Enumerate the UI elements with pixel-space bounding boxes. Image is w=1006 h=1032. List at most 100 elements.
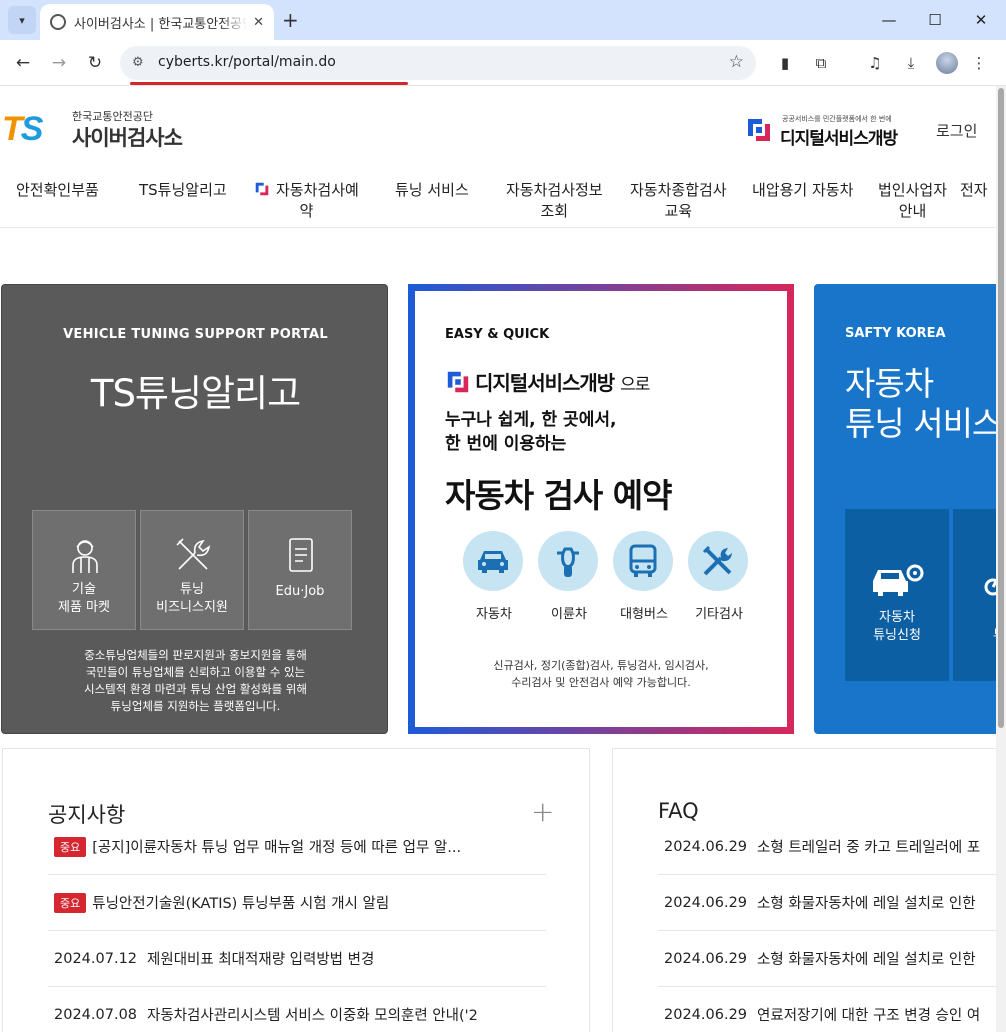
service-bus[interactable]: 대형버스: [613, 531, 675, 622]
car-icon: [478, 551, 508, 573]
nav-label: 자동차종합검사: [630, 181, 727, 199]
faq-row[interactable]: 2024.06.29 연료저장기에 대한 구조 변경 승인 여: [658, 987, 996, 1032]
back-button[interactable]: ←: [10, 50, 36, 76]
safety-korea-card[interactable]: SAFTY KOREA 자동차튜닝 서비스 자동차튜닝신청 이튜닝: [814, 284, 996, 734]
new-tab-button[interactable]: +: [282, 8, 299, 32]
tab-search-button[interactable]: ▾: [8, 6, 36, 34]
card-title: 자동차 검사 예약: [445, 476, 672, 515]
nav-label: 법인사업자: [878, 181, 948, 199]
desc-line: 튜닝업체를 지원하는 플랫폼입니다.: [110, 699, 281, 713]
bookmark-star-icon[interactable]: ☆: [729, 52, 744, 72]
nav-inspection-education[interactable]: 자동차종합검사교육: [630, 180, 727, 222]
digital-service-name[interactable]: 디지털서비스개방: [780, 124, 898, 149]
notice-text: 제원대비표 최대적재량 입력방법 변경: [147, 952, 375, 968]
media-icon[interactable]: ♫: [864, 52, 886, 74]
title-line1: 자동차: [845, 364, 934, 403]
digital-service-heading: 디지털서비스개방 으로: [445, 367, 650, 396]
faq-date: 2024.06.29: [664, 838, 748, 855]
edu-job-tile[interactable]: Edu·Job: [248, 510, 352, 630]
tech-product-market-tile[interactable]: 기술 제품 마켓: [32, 510, 136, 630]
notice-row[interactable]: 중요 [공지]이륜자동차 튜닝 업무 매뉴얼 개정 등에 따른 업무 알...: [48, 819, 546, 875]
important-badge: 중요: [54, 836, 87, 857]
card-description: 중소튜닝업체들의 판로지원과 홍보지원을 통해 국민들이 튜닝업체를 신뢰하고 …: [2, 647, 389, 715]
notice-text: 튜닝안전기술원(KATIS) 튜닝부품 시험 개시 알림: [92, 896, 390, 912]
faq-date: 2024.06.29: [664, 894, 748, 911]
service-label: 기타검사: [695, 607, 743, 622]
login-link[interactable]: 로그인: [936, 120, 977, 141]
nav-label-line2: 안내: [898, 202, 927, 220]
scrollbar-thumb[interactable]: [998, 88, 1004, 728]
ds-name: 디지털서비스개방: [475, 371, 615, 395]
tile-label-line1: 자동차: [879, 610, 915, 625]
tile-label-line1: 튜닝: [180, 582, 204, 597]
service-car[interactable]: 자동차: [463, 531, 525, 622]
card-tag: SAFTY KOREA: [845, 326, 946, 341]
faq-row[interactable]: 2024.06.29 소형 화물자동차에 레일 설치로 인한: [658, 875, 996, 931]
sidepanel-icon[interactable]: ▮: [774, 52, 796, 74]
wrench-screwdriver-icon: [702, 545, 732, 576]
nav-corporate-business[interactable]: 법인사업자안내: [878, 180, 947, 222]
faq-row[interactable]: 2024.06.29 소형 화물자동차에 레일 설치로 인한: [658, 931, 996, 987]
nav-pressure-vessel[interactable]: 내압용기 자동차: [752, 180, 853, 201]
tuning-portal-card[interactable]: VEHICLE TUNING SUPPORT PORTAL TS튜닝알리고 기술…: [1, 284, 388, 734]
browser-tab-active[interactable]: 사이버검사소 | 한국교통안전공단 ✕: [40, 4, 274, 40]
service-label: 자동차: [476, 607, 512, 622]
nav-label-line2: 교육: [664, 202, 693, 220]
ds-suffix: 으로: [620, 375, 650, 395]
nav-inspection-info[interactable]: 자동차검사정보 조회: [506, 180, 603, 222]
maximize-button[interactable]: ☐: [912, 0, 958, 40]
reload-button[interactable]: ↻: [82, 50, 108, 76]
card-tag: EASY & QUICK: [445, 327, 550, 342]
notice-row[interactable]: 중요 튜닝안전기술원(KATIS) 튜닝부품 시험 개시 알림: [48, 875, 546, 931]
tools-icon: [176, 538, 211, 570]
digital-service-logo-icon: [447, 371, 469, 393]
desc-line: 중소튜닝업체들의 판로지원과 홍보지원을 통해: [84, 648, 307, 662]
forward-button[interactable]: →: [46, 50, 72, 76]
nav-electronic[interactable]: 전자: [960, 180, 988, 201]
card-tag: VEHICLE TUNING SUPPORT PORTAL: [63, 327, 328, 342]
notice-date: 2024.07.08: [54, 1006, 138, 1023]
service-other[interactable]: 기타검사: [688, 531, 750, 622]
tuning-application-tile[interactable]: 자동차튜닝신청: [845, 509, 949, 681]
tuning-business-support-tile[interactable]: 튜닝 비즈니스지원: [140, 510, 244, 630]
ts-logo[interactable]: TS: [2, 110, 43, 149]
nav-ts-tuning[interactable]: TS튜닝알리고: [139, 180, 227, 201]
site-info-icon[interactable]: ⚙: [132, 55, 144, 70]
tile-label-line1: 기술: [72, 582, 96, 597]
extensions-icon[interactable]: ⧉: [810, 52, 832, 74]
main-navigation: 안전확인부품 TS튜닝알리고 자동차검사예 약 튜닝 서비스 자동차검사정보 조회 …: [0, 172, 996, 228]
url-text[interactable]: cyberts.kr/portal/main.do: [158, 54, 336, 70]
notice-date: 2024.07.12: [54, 950, 138, 967]
service-label: 이륜차: [551, 607, 587, 622]
notice-row[interactable]: 2024.07.12 제원대비표 최대적재량 입력방법 변경: [48, 931, 546, 987]
logo-title[interactable]: 사이버검사소: [72, 122, 183, 152]
notice-text: [공지]이륜자동차 튜닝 업무 매뉴얼 개정 등에 따른 업무 알...: [92, 840, 462, 856]
menu-kebab-icon[interactable]: ⋮: [968, 52, 990, 74]
download-icon[interactable]: ⤓: [900, 52, 922, 74]
web-page: TS 한국교통안전공단 사이버검사소 공공서비스를 민간플랫폼에서 한 번에 디…: [0, 86, 996, 1032]
close-window-button[interactable]: ✕: [958, 0, 1004, 40]
tile-label-line2: 튜닝신청: [873, 628, 921, 643]
minimize-button[interactable]: —: [866, 0, 912, 40]
notice-row[interactable]: 2024.07.08 자동차검사관리시스템 서비스 이중화 모의훈련 안내('2: [48, 987, 546, 1032]
second-tuning-tile[interactable]: 이튜닝: [953, 509, 996, 681]
url-underline-annotation: [130, 82, 408, 85]
close-tab-icon[interactable]: ✕: [253, 15, 264, 30]
bus-icon: [629, 544, 657, 577]
inspection-reservation-card[interactable]: EASY & QUICK 디지털서비스개방 으로 누구나 쉽게, 한 곳에서, …: [408, 284, 794, 734]
motorcycle-icon: [984, 578, 996, 596]
profile-avatar[interactable]: [936, 52, 958, 74]
faq-row[interactable]: 2024.06.29 소형 트레일러 중 카고 트레일러에 포: [658, 819, 996, 875]
digital-service-tagline: 공공서비스를 민간플랫폼에서 한 번에: [782, 115, 892, 123]
nav-tuning-service[interactable]: 튜닝 서비스: [395, 180, 469, 201]
globe-icon: [50, 14, 66, 30]
browser-toolbar: ← → ↻ ⚙ cyberts.kr/portal/main.do ☆ ▮ ⧉ …: [0, 40, 1006, 86]
document-icon: [289, 538, 313, 572]
page-scrollbar[interactable]: [996, 86, 1006, 1032]
desc-line: 신규검사, 정기(종합)검사, 튜닝검사, 임시검사,: [493, 659, 709, 672]
address-bar[interactable]: ⚙ cyberts.kr/portal/main.do ☆: [120, 46, 756, 80]
nav-safety-parts[interactable]: 안전확인부품: [16, 180, 99, 201]
card-title: 자동차 튜닝 서비스: [845, 364, 996, 444]
service-motorcycle[interactable]: 이륜차: [538, 531, 600, 622]
nav-inspection-reservation[interactable]: 자동차검사예 약: [254, 180, 359, 222]
